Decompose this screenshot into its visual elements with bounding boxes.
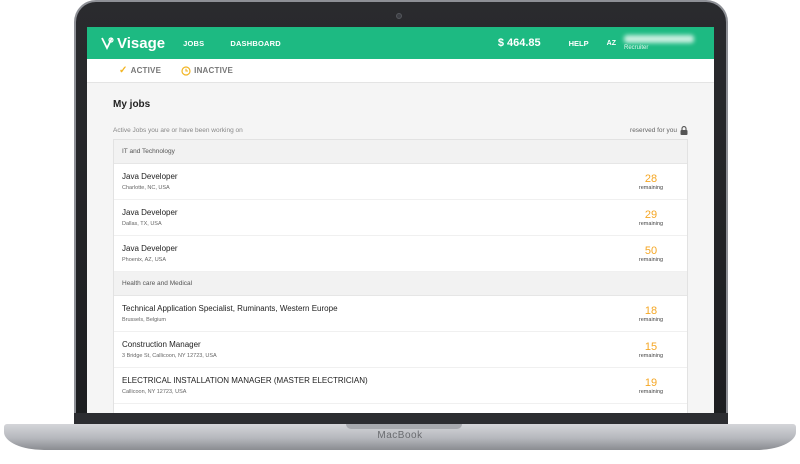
- remaining-count: 29 remaining: [631, 209, 671, 227]
- remaining-label: remaining: [638, 220, 664, 227]
- remaining-count: 19 remaining: [631, 377, 671, 395]
- user-role: Recruiter: [624, 45, 649, 51]
- nav-jobs[interactable]: JOBS: [183, 39, 204, 48]
- remaining-number: 15: [644, 340, 658, 353]
- job-location: Dallas, TX, USA: [122, 221, 162, 227]
- job-row[interactable]: ELECTRICAL INSTALLATION MANAGER (MASTER …: [114, 368, 687, 404]
- job-location: 3 Bridge St, Callicoon, NY 12723, USA: [122, 353, 217, 359]
- help-link[interactable]: HELP: [569, 39, 589, 48]
- account-balance: $ 464.85: [497, 37, 541, 49]
- job-title: Construction Manager: [122, 340, 201, 349]
- remaining-count: 15 remaining: [631, 341, 671, 359]
- job-info: Technical Application Specialist, Rumina…: [122, 304, 631, 323]
- category-header: Health care and Medical: [114, 272, 687, 296]
- check-icon: ✓: [119, 65, 128, 76]
- job-row[interactable]: Construction Manager 3 Bridge St, Callic…: [114, 332, 687, 368]
- remaining-number: 50: [644, 244, 658, 257]
- user-menu[interactable]: Recruiter: [624, 35, 702, 51]
- screen: Visage JOBS DASHBOARD $ 464.85 HELP AZ R…: [87, 27, 714, 413]
- top-navbar: Visage JOBS DASHBOARD $ 464.85 HELP AZ R…: [87, 27, 714, 59]
- logo-icon: [101, 37, 114, 51]
- tab-active[interactable]: ✓ ACTIVE: [119, 65, 161, 76]
- nav-dashboard[interactable]: DASHBOARD: [230, 39, 281, 48]
- job-row[interactable]: Technical Application Specialist, Rumina…: [114, 296, 687, 332]
- job-info: Java Developer Phoenix, AZ, USA: [122, 244, 631, 263]
- tab-active-label: ACTIVE: [130, 66, 162, 75]
- camera-icon: [396, 13, 402, 19]
- tab-inactive[interactable]: INACTIVE: [181, 65, 234, 76]
- remaining-number: 28: [644, 172, 658, 185]
- category-header: IT and Technology: [114, 140, 687, 164]
- laptop-notch: [346, 424, 462, 429]
- job-status-tabs: ✓ ACTIVE INACTIVE: [87, 59, 714, 83]
- list-description: Active Jobs you are or have been working…: [113, 127, 243, 134]
- remaining-number: 18: [644, 304, 658, 317]
- lock-icon: [680, 126, 688, 135]
- remaining-label: remaining: [638, 352, 664, 359]
- remaining-label: remaining: [638, 388, 664, 395]
- remaining-count: 18 remaining: [631, 305, 671, 323]
- job-location: Phoenix, AZ, USA: [122, 257, 167, 263]
- remaining-count: 50 remaining: [631, 245, 671, 263]
- main-content: My jobs Active Jobs you are or have been…: [87, 83, 714, 413]
- tab-inactive-label: INACTIVE: [194, 66, 234, 75]
- list-subheader: Active Jobs you are or have been working…: [113, 126, 688, 135]
- remaining-number: 29: [644, 208, 658, 221]
- job-info: Java Developer Dallas, TX, USA: [122, 208, 631, 227]
- device-brand-label: MacBook: [377, 430, 423, 441]
- job-info: ELECTRICAL INSTALLATION MANAGER (MASTER …: [122, 376, 631, 395]
- user-name-redacted: [624, 35, 694, 43]
- jobs-list: IT and Technology Java Developer Charlot…: [113, 139, 688, 413]
- job-location: Charlotte, NC, USA: [122, 185, 170, 191]
- reserved-label: reserved for you: [630, 127, 677, 134]
- page-title: My jobs: [113, 99, 151, 110]
- job-title: Technical Application Specialist, Rumina…: [122, 304, 338, 313]
- remaining-count: 28 remaining: [631, 173, 671, 191]
- remaining-label: remaining: [638, 256, 664, 263]
- job-title: Java Developer: [122, 208, 178, 217]
- reserved-indicator: reserved for you: [630, 126, 688, 135]
- clock-icon: [181, 65, 191, 76]
- job-info: Construction Manager 3 Bridge St, Callic…: [122, 340, 631, 359]
- remaining-label: remaining: [638, 316, 664, 323]
- logo-text: Visage: [117, 34, 166, 52]
- job-row[interactable]: Java Developer Charlotte, NC, USA 28 rem…: [114, 164, 687, 200]
- job-title: Java Developer: [122, 172, 178, 181]
- remaining-label: remaining: [638, 184, 664, 191]
- job-row[interactable]: Java Developer Phoenix, AZ, USA 50 remai…: [114, 236, 687, 272]
- job-row[interactable]: Java Developer Dallas, TX, USA 29 remain…: [114, 200, 687, 236]
- user-avatar[interactable]: AZ: [607, 40, 616, 47]
- job-title: Java Developer: [122, 244, 178, 253]
- job-location: Callicoon, NY 12723, USA: [122, 389, 187, 395]
- logo[interactable]: Visage: [99, 35, 165, 52]
- remaining-number: 19: [644, 376, 658, 389]
- job-info: Java Developer Charlotte, NC, USA: [122, 172, 631, 191]
- job-title: ELECTRICAL INSTALLATION MANAGER (MASTER …: [122, 376, 368, 385]
- job-location: Brussels, Belgium: [122, 317, 167, 323]
